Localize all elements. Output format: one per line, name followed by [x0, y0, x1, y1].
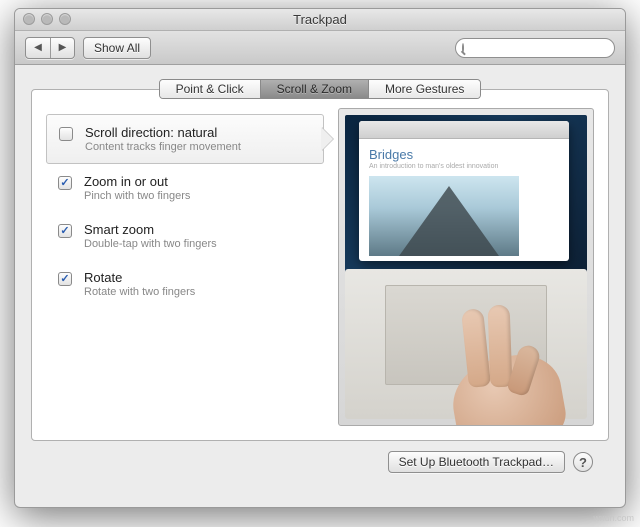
hand-icon [423, 307, 563, 426]
nav-buttons: ◀ ▶ [25, 37, 75, 59]
option-rotate[interactable]: Rotate Rotate with two fingers [46, 260, 324, 308]
preview-page-title: Bridges [369, 147, 559, 162]
show-all-button[interactable]: Show All [83, 37, 151, 59]
tab-bar: Point & Click Scroll & Zoom More Gesture… [31, 79, 609, 99]
option-desc: Double-tap with two fingers [84, 238, 217, 250]
search-icon [462, 43, 464, 53]
setup-bluetooth-button[interactable]: Set Up Bluetooth Trackpad… [388, 451, 565, 473]
options-list: Scroll direction: natural Content tracks… [46, 108, 324, 426]
window-controls [23, 13, 71, 25]
help-button[interactable]: ? [573, 452, 593, 472]
toolbar: ◀ ▶ Show All [15, 31, 625, 65]
back-button[interactable]: ◀ [26, 38, 50, 58]
zoom-icon[interactable] [59, 13, 71, 25]
option-scroll-direction[interactable]: Scroll direction: natural Content tracks… [46, 114, 324, 164]
close-icon[interactable] [23, 13, 35, 25]
window-title: Trackpad [293, 12, 347, 27]
search-input[interactable] [468, 42, 610, 54]
checkbox-rotate[interactable] [58, 272, 72, 286]
gesture-preview: Bridges An introduction to man's oldest … [338, 108, 594, 426]
minimize-icon[interactable] [41, 13, 53, 25]
tab-scroll-and-zoom[interactable]: Scroll & Zoom [260, 80, 368, 98]
checkbox-smart-zoom[interactable] [58, 224, 72, 238]
watermark: wxun.com [593, 513, 634, 523]
settings-panel: Scroll direction: natural Content tracks… [31, 89, 609, 441]
option-desc: Pinch with two fingers [84, 190, 190, 202]
option-zoom[interactable]: Zoom in or out Pinch with two fingers [46, 164, 324, 212]
forward-button[interactable]: ▶ [50, 38, 74, 58]
option-title: Rotate [84, 270, 195, 285]
option-desc: Rotate with two fingers [84, 286, 195, 298]
checkbox-zoom[interactable] [58, 176, 72, 190]
option-title: Zoom in or out [84, 174, 190, 189]
titlebar: Trackpad [15, 9, 625, 31]
content-area: Point & Click Scroll & Zoom More Gesture… [15, 65, 625, 485]
preview-browser: Bridges An introduction to man's oldest … [359, 121, 569, 261]
option-title: Scroll direction: natural [85, 125, 241, 140]
tab-point-and-click[interactable]: Point & Click [160, 80, 260, 98]
tab-more-gestures[interactable]: More Gestures [368, 80, 480, 98]
footer: Set Up Bluetooth Trackpad… ? [31, 441, 609, 473]
option-title: Smart zoom [84, 222, 217, 237]
preview-screen: Bridges An introduction to man's oldest … [345, 115, 587, 287]
preview-trackpad [345, 269, 587, 419]
option-smart-zoom[interactable]: Smart zoom Double-tap with two fingers [46, 212, 324, 260]
preview-page-subtitle: An introduction to man's oldest innovati… [369, 163, 559, 170]
preview-image [369, 176, 519, 256]
option-desc: Content tracks finger movement [85, 141, 241, 153]
checkbox-scroll-direction[interactable] [59, 127, 73, 141]
search-field[interactable] [455, 38, 615, 58]
window: Trackpad ◀ ▶ Show All Point & Click Scro… [14, 8, 626, 508]
